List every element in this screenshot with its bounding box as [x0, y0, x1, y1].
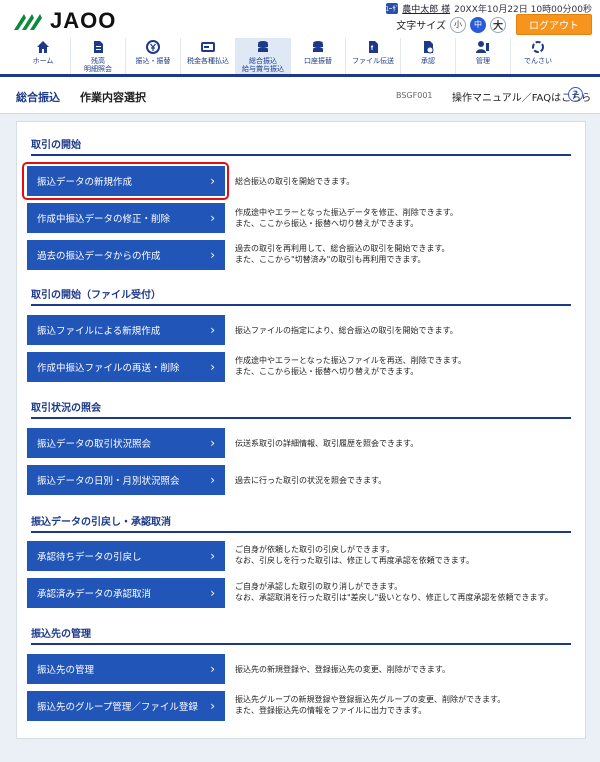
daily-monthly-status-button[interactable]: 振込データの日別・月別状況照会 ›: [27, 465, 225, 495]
nav-label: 口座振替: [304, 57, 332, 65]
chevron-right-icon: ›: [210, 360, 215, 374]
font-large-button[interactable]: 大: [490, 16, 506, 33]
button-label: 過去の振込データからの作成: [37, 251, 161, 262]
button-label: 承認待ちデータの引戻し: [37, 552, 142, 563]
payee-management-button[interactable]: 振込先の管理 ›: [27, 654, 225, 684]
nav-balance[interactable]: 残高 明細照会: [70, 38, 125, 74]
nav-bulk-transfer[interactable]: 総合振込 給与賞与振込: [235, 38, 290, 74]
payee-group-management-button[interactable]: 振込先のグループ管理／ファイル登録 ›: [27, 691, 225, 721]
coins-icon: [258, 41, 268, 52]
page-title: 作業内容選択: [80, 91, 146, 104]
main-panel: 取引の開始 振込データの新規作成 › 総合振込の取引を開始できます。 作成中振込…: [16, 121, 586, 739]
nav-label: ホーム: [32, 57, 54, 65]
nav-tax[interactable]: 税金各種払込: [180, 38, 235, 74]
nav-home[interactable]: ホーム: [16, 38, 70, 74]
menu-description: 作成途中やエラーとなった振込データを修正、削除できます。 また、ここから振込・振…: [235, 208, 458, 228]
menu-description: 過去の取引を再利用して、総合振込の取引を開始できます。 また、ここから"切替済み…: [235, 244, 450, 264]
nav-label: 総合振込 給与賞与振込: [242, 57, 284, 73]
logo[interactable]: JAOO: [12, 8, 116, 34]
help-icon[interactable]: ?: [568, 87, 583, 102]
section-heading: 取引の開始（ファイル受付）: [31, 286, 571, 306]
button-label: 振込先のグループ管理／ファイル登録: [37, 702, 198, 713]
nav-label: 承認: [421, 57, 435, 65]
resend-draft-file-button[interactable]: 作成中振込ファイルの再送・削除 ›: [27, 352, 225, 382]
create-from-file-button[interactable]: 振込ファイルによる新規作成 ›: [27, 315, 225, 345]
font-size-label: 文字サイズ: [396, 21, 446, 32]
nav-transfer[interactable]: 振込・振替: [125, 38, 180, 74]
page-title-bar: 総合振込 作業内容選択 BSGF001 操作マニュアル／FAQはこちら ?: [0, 77, 600, 114]
chevron-right-icon: ›: [210, 662, 215, 676]
nav-label: 管理: [476, 57, 490, 65]
chevron-right-icon: ›: [210, 323, 215, 337]
chevron-right-icon: ›: [210, 211, 215, 225]
nav-label: 残高 明細照会: [84, 57, 112, 73]
page-category: 総合振込: [16, 91, 60, 104]
button-label: 振込先の管理: [37, 665, 95, 676]
menu-description: 過去に行った取引の状況を照会できます。: [235, 476, 387, 485]
font-medium-button[interactable]: 中: [470, 16, 486, 33]
nav-approval[interactable]: 承認: [400, 38, 455, 74]
section-heading: 取引の開始: [31, 136, 571, 156]
nav-file-transfer[interactable]: ファイル伝送: [345, 38, 400, 74]
menu-description: ご自身が承認した取引の取り消しができます。 なお、承認取消を行った取引は"差戻し…: [235, 582, 553, 602]
yen-icon: [146, 40, 160, 54]
logo-text: JAOO: [50, 8, 117, 33]
button-label: 振込データの日別・月別状況照会: [37, 476, 180, 487]
user-icon: ﾕｰｻﾞ: [385, 3, 400, 14]
button-label: 振込データの取引状況照会: [37, 439, 152, 450]
transaction-status-button[interactable]: 振込データの取引状況照会 ›: [27, 428, 225, 458]
cancel-approval-button[interactable]: 承認済みデータの承認取消 ›: [27, 578, 225, 608]
button-label: 作成中振込ファイルの再送・削除: [37, 363, 180, 374]
nav-manage[interactable]: 管理: [455, 38, 510, 74]
file-icon: [369, 41, 378, 53]
section-heading: 振込先の管理: [31, 625, 571, 645]
chevron-right-icon: ›: [210, 549, 215, 563]
recall-pending-button[interactable]: 承認待ちデータの引戻し ›: [27, 541, 225, 571]
chevron-right-icon: ›: [210, 586, 215, 600]
menu-description: 作成途中やエラーとなった振込ファイルを再送、削除できます。 また、ここから振込・…: [235, 356, 466, 376]
font-size-selector: 文字サイズ 小 中 大 ログアウト: [396, 14, 592, 35]
section-heading: 振込データの引戻し・承認取消: [31, 513, 571, 533]
menu-description: 振込先グループの新規登録や登録振込先グループの変更、削除ができます。 また、登録…: [235, 695, 506, 715]
menu-description: ご自身が依頼した取引の引戻しができます。 なお、引戻しを行った取引は、修正して再…: [235, 545, 474, 565]
document-icon: [94, 41, 103, 53]
button-label: 振込ファイルによる新規作成: [37, 326, 161, 337]
menu-description: 振込ファイルの指定により、総合振込の取引を開始できます。: [235, 326, 458, 335]
nav-label: でんさい: [524, 57, 552, 65]
section-heading: 取引状況の照会: [31, 399, 571, 419]
create-from-past-button[interactable]: 過去の振込データからの作成 ›: [27, 240, 225, 270]
coins-icon: [313, 41, 323, 52]
payment-icon: [201, 42, 215, 52]
manage-icon: [476, 41, 489, 53]
menu-description: 総合振込の取引を開始できます。: [235, 177, 355, 186]
create-new-transfer-button[interactable]: 振込データの新規作成 ›: [27, 166, 225, 196]
global-nav: ホーム 残高 明細照会 振込・振替 税金各種払込 総合振込 給与賞与振込 口座振…: [0, 38, 600, 77]
chevron-right-icon: ›: [210, 248, 215, 262]
edit-draft-transfer-button[interactable]: 作成中振込データの修正・削除 ›: [27, 203, 225, 233]
button-label: 承認済みデータの承認取消: [37, 589, 152, 600]
densai-icon: [532, 41, 544, 53]
logo-mark-icon: [14, 14, 42, 30]
chevron-right-icon: ›: [210, 436, 215, 450]
chevron-right-icon: ›: [210, 699, 215, 713]
home-icon: [37, 41, 49, 53]
nav-label: ファイル伝送: [352, 57, 394, 65]
menu-description: 振込先の新規登録や、登録振込先の変更、削除ができます。: [235, 665, 450, 674]
button-label: 作成中振込データの修正・削除: [37, 214, 171, 225]
approve-icon: [424, 41, 434, 54]
app-header: JAOO ﾕｰｻﾞ 農中太郎 様 20XX年10月22日 10時00分00秒 文…: [0, 0, 600, 38]
font-small-button[interactable]: 小: [450, 16, 466, 33]
nav-densai[interactable]: でんさい: [510, 38, 565, 74]
nav-label: 振込・振替: [135, 57, 171, 65]
chevron-right-icon: ›: [210, 174, 215, 188]
screen-code: BSGF001: [396, 91, 433, 100]
nav-label: 税金各種払込: [187, 57, 229, 65]
nav-account-transfer[interactable]: 口座振替: [290, 38, 345, 74]
logout-button[interactable]: ログアウト: [516, 14, 592, 35]
chevron-right-icon: ›: [210, 473, 215, 487]
menu-description: 伝送系取引の詳細情報、取引履歴を照会できます。: [235, 439, 419, 448]
button-label: 振込データの新規作成: [37, 177, 133, 188]
